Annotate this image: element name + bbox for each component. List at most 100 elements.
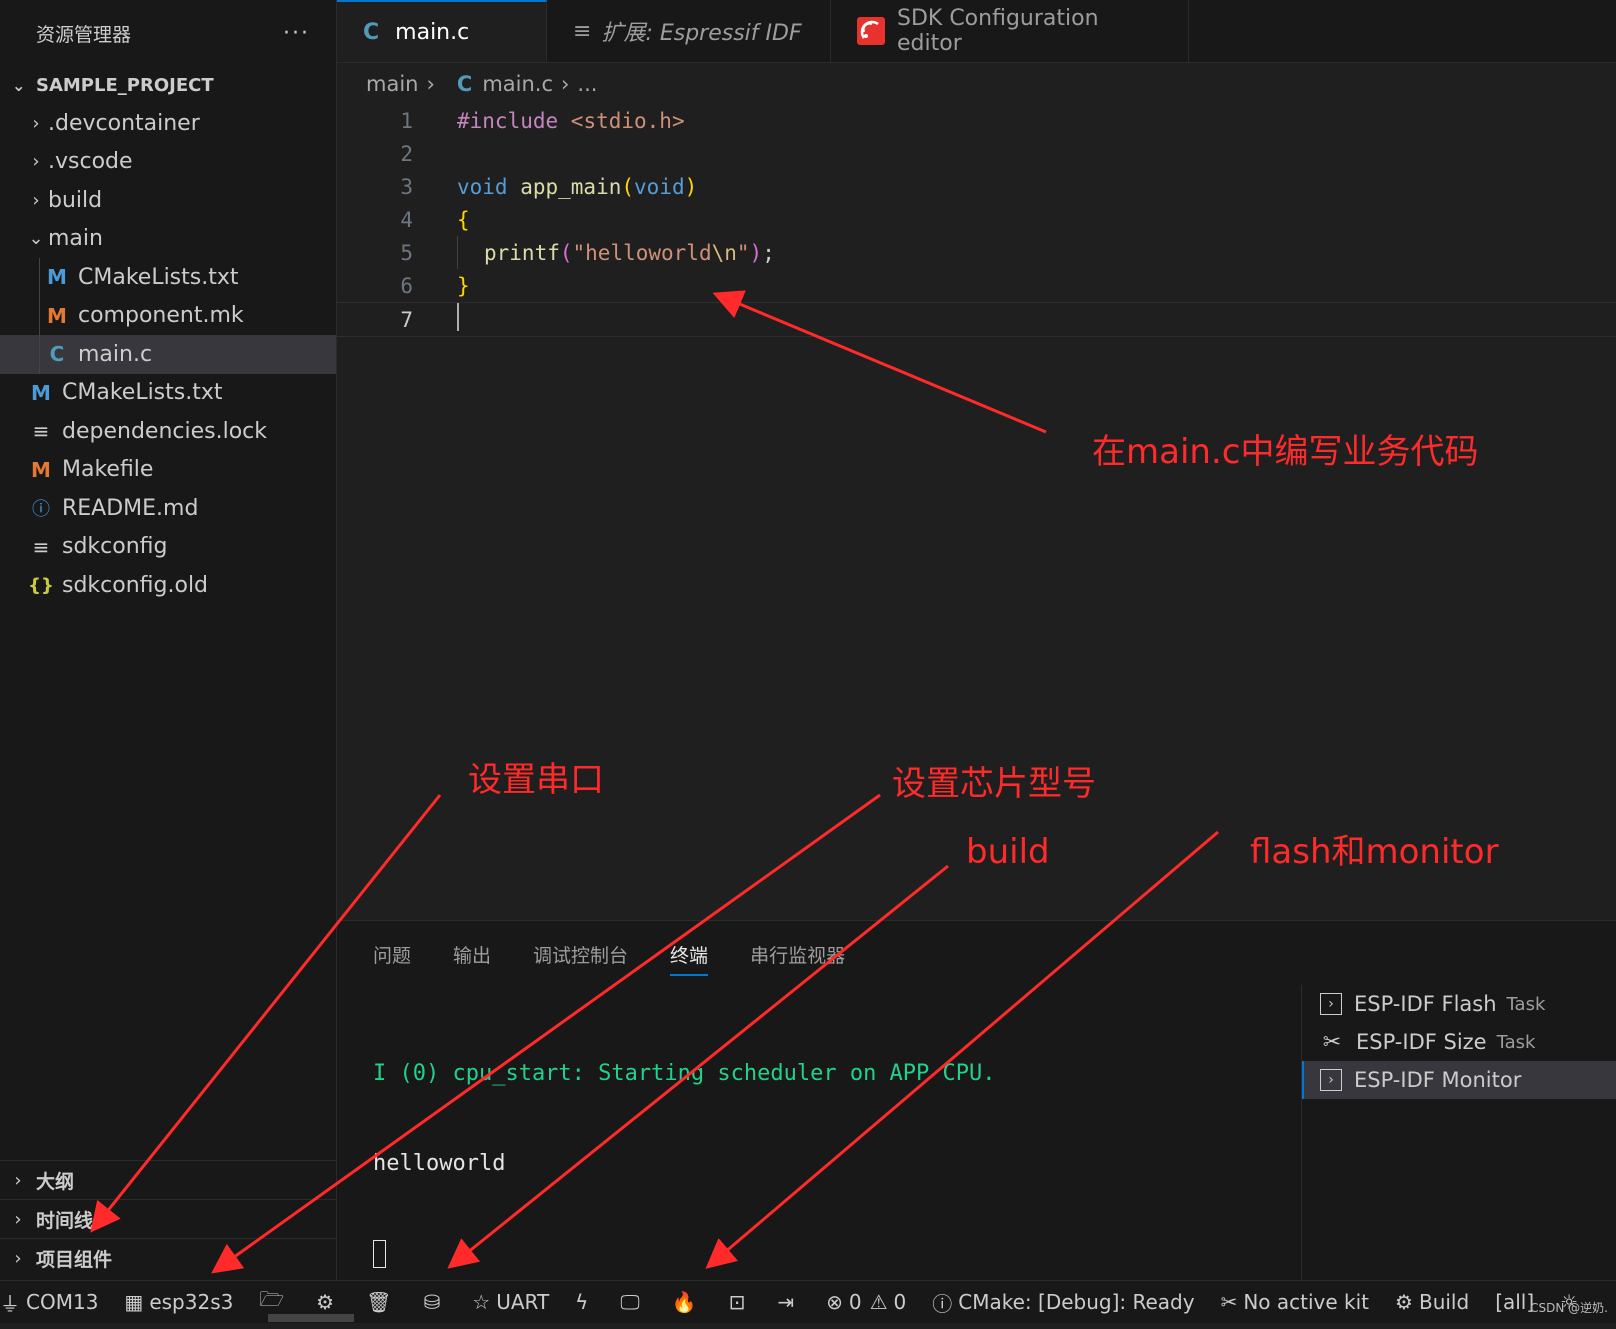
code-line[interactable]: 1 #include <stdio.h> xyxy=(337,104,1616,137)
task-esp-idf-flash[interactable]: › ESP-IDF Flash Task xyxy=(1302,985,1616,1023)
annotation-build: build xyxy=(966,832,1050,872)
info-icon: ⓘ xyxy=(932,1291,953,1316)
tree-file-component-mk[interactable]: M component.mk xyxy=(0,296,336,335)
code-token: ( xyxy=(559,240,573,265)
indent-guide xyxy=(457,236,458,269)
cmake-build-button[interactable]: ⚙ Build xyxy=(1395,1290,1469,1314)
breadcrumb-file[interactable]: main.c xyxy=(482,72,553,96)
tree-item-label: .vscode xyxy=(48,149,133,175)
flash-method-label: UART xyxy=(496,1290,550,1314)
code-line[interactable]: 5 printf("helloworld\n"); xyxy=(337,236,1616,269)
chevron-down-icon: ⌄ xyxy=(28,228,44,250)
sdk-config-button[interactable]: ⚙ xyxy=(316,1290,340,1314)
tab-terminal[interactable]: 终端 xyxy=(670,941,709,976)
tab-sdk-config[interactable]: SDK Configuration editor xyxy=(831,0,1189,62)
chevron-right-icon: › xyxy=(32,189,40,211)
code-text: } xyxy=(457,273,470,298)
breadcrumb: main › C main.c › ... xyxy=(366,66,597,102)
panel-tabs: 问题 输出 调试控制台 终端 串行监视器 xyxy=(373,941,845,976)
task-esp-idf-size[interactable]: ✂ ESP-IDF Size Task xyxy=(1302,1023,1616,1061)
task-sub: Task xyxy=(1506,993,1546,1015)
tab-espressif-idf[interactable]: ≡ 扩展: Espressif IDF xyxy=(547,0,831,62)
section-outline[interactable]: › 大纲 xyxy=(0,1160,336,1199)
chip-target-button[interactable]: ▦ esp32s3 xyxy=(124,1290,233,1314)
tree-file-sdkconfig-old[interactable]: {} sdkconfig.old xyxy=(0,566,336,605)
build-flash-monitor-button[interactable]: 🔥 xyxy=(672,1290,703,1314)
serial-port-label: COM13 xyxy=(26,1290,99,1314)
code-token: #include xyxy=(457,108,559,133)
line-number: 7 xyxy=(400,307,413,332)
code-line[interactable]: 4 { xyxy=(337,203,1616,236)
tab-serial-monitor[interactable]: 串行监视器 xyxy=(750,941,845,976)
task-esp-idf-monitor[interactable]: › ESP-IDF Monitor xyxy=(1302,1061,1616,1099)
code-line[interactable]: 6 } xyxy=(337,269,1616,302)
section-project-components[interactable]: › 项目组件 xyxy=(0,1238,336,1277)
tab-problems[interactable]: 问题 xyxy=(373,941,411,976)
code-token: printf xyxy=(484,240,560,265)
chevron-right-icon: › xyxy=(561,72,570,96)
code-token: <stdio.h> xyxy=(558,108,685,133)
cmake-kit-button[interactable]: ✂ No active kit xyxy=(1221,1290,1369,1314)
tree-file-main-c[interactable]: C main.c xyxy=(0,335,336,374)
line-number: 5 xyxy=(400,240,413,265)
annotation-port: 设置串口 xyxy=(468,760,604,800)
tree-file-readme[interactable]: ⓘ README.md xyxy=(0,489,336,528)
breadcrumb-folder[interactable]: main xyxy=(366,72,418,96)
warning-icon: ⚠ xyxy=(869,1290,888,1314)
flash-method-button[interactable]: ☆ UART xyxy=(472,1290,549,1314)
task-sub: Task xyxy=(1496,1031,1536,1053)
section-timeline[interactable]: › 时间线 xyxy=(0,1199,336,1238)
c-file-icon: C xyxy=(456,72,473,96)
tree-file-cmakelists[interactable]: M CMakeLists.txt xyxy=(0,374,336,413)
tab-main-c[interactable]: C main.c xyxy=(337,0,547,62)
tree-folder-build[interactable]: › build xyxy=(0,181,336,220)
horizontal-scrollbar[interactable] xyxy=(268,1314,354,1322)
line-number: 1 xyxy=(400,108,413,133)
terminal-line: I (0) cpu_start: Starting scheduler on A… xyxy=(373,1061,996,1086)
code-token: \n xyxy=(711,240,737,265)
tree-file-makefile[interactable]: M Makefile xyxy=(0,451,336,490)
code-line[interactable]: 2 xyxy=(337,137,1616,170)
cmake-icon: M xyxy=(31,380,51,405)
code-line[interactable]: 3 void app_main(void) xyxy=(337,170,1616,203)
project-name: SAMPLE_PROJECT xyxy=(36,74,214,96)
tab-label: 扩展: Espressif IDF xyxy=(601,21,802,46)
terminal-task-list: › ESP-IDF Flash Task ✂ ESP-IDF Size Task… xyxy=(1301,985,1616,1281)
terminal-button[interactable]: ⊡ xyxy=(729,1290,752,1314)
more-actions-icon[interactable]: ··· xyxy=(283,21,310,46)
tree-item-label: dependencies.lock xyxy=(62,418,267,444)
flash-button[interactable]: ϟ xyxy=(575,1290,594,1314)
full-clean-button[interactable]: 🗑 xyxy=(366,1290,397,1314)
project-root[interactable]: ⌄ SAMPLE_PROJECT xyxy=(0,66,336,104)
code-line-current[interactable]: 7 xyxy=(337,302,1616,337)
trash-icon: 🗑 xyxy=(366,1290,392,1314)
cmake-target-button[interactable]: [all] xyxy=(1495,1290,1534,1314)
tree-file-dependencies-lock[interactable]: ≡ dependencies.lock xyxy=(0,412,336,451)
error-count: 0 xyxy=(848,1290,862,1314)
tree-file-main-cmakelists[interactable]: M CMakeLists.txt xyxy=(0,258,336,297)
code-token: ; xyxy=(762,240,775,265)
tree-folder-vscode[interactable]: › .vscode xyxy=(0,143,336,182)
problems-button[interactable]: ⊗ 0 ⚠ 0 xyxy=(826,1290,906,1314)
gear-icon: ⚙ xyxy=(1395,1290,1413,1314)
tree-folder-main[interactable]: ⌄ main xyxy=(0,220,336,259)
tab-output[interactable]: 输出 xyxy=(453,941,491,976)
cmake-status[interactable]: ⓘ CMake: [Debug]: Ready xyxy=(932,1288,1194,1317)
text-file-icon: ≡ xyxy=(32,419,50,444)
tree-file-sdkconfig[interactable]: ≡ sdkconfig xyxy=(0,528,336,567)
serial-port-button[interactable]: ⏚ COM13 xyxy=(0,1288,98,1317)
explorer-header: 资源管理器 ··· xyxy=(0,0,336,66)
tab-label: main.c xyxy=(395,19,470,45)
monitor-button[interactable]: 🖵 xyxy=(620,1290,645,1314)
database-button[interactable]: ⛁ xyxy=(423,1290,446,1314)
tree-item-label: CMakeLists.txt xyxy=(62,380,223,406)
task-label: ESP-IDF Flash xyxy=(1354,992,1497,1016)
tree-folder-devcontainer[interactable]: › .devcontainer xyxy=(0,104,336,143)
run-task-button[interactable]: ⇥ xyxy=(777,1290,800,1314)
breadcrumb-more[interactable]: ... xyxy=(577,72,597,96)
tree-item-label: README.md xyxy=(62,495,199,521)
cmake-build-label: Build xyxy=(1418,1290,1470,1314)
tab-debug-console[interactable]: 调试控制台 xyxy=(533,941,628,976)
code-token: ( xyxy=(621,174,635,199)
indent-guide xyxy=(39,258,40,297)
